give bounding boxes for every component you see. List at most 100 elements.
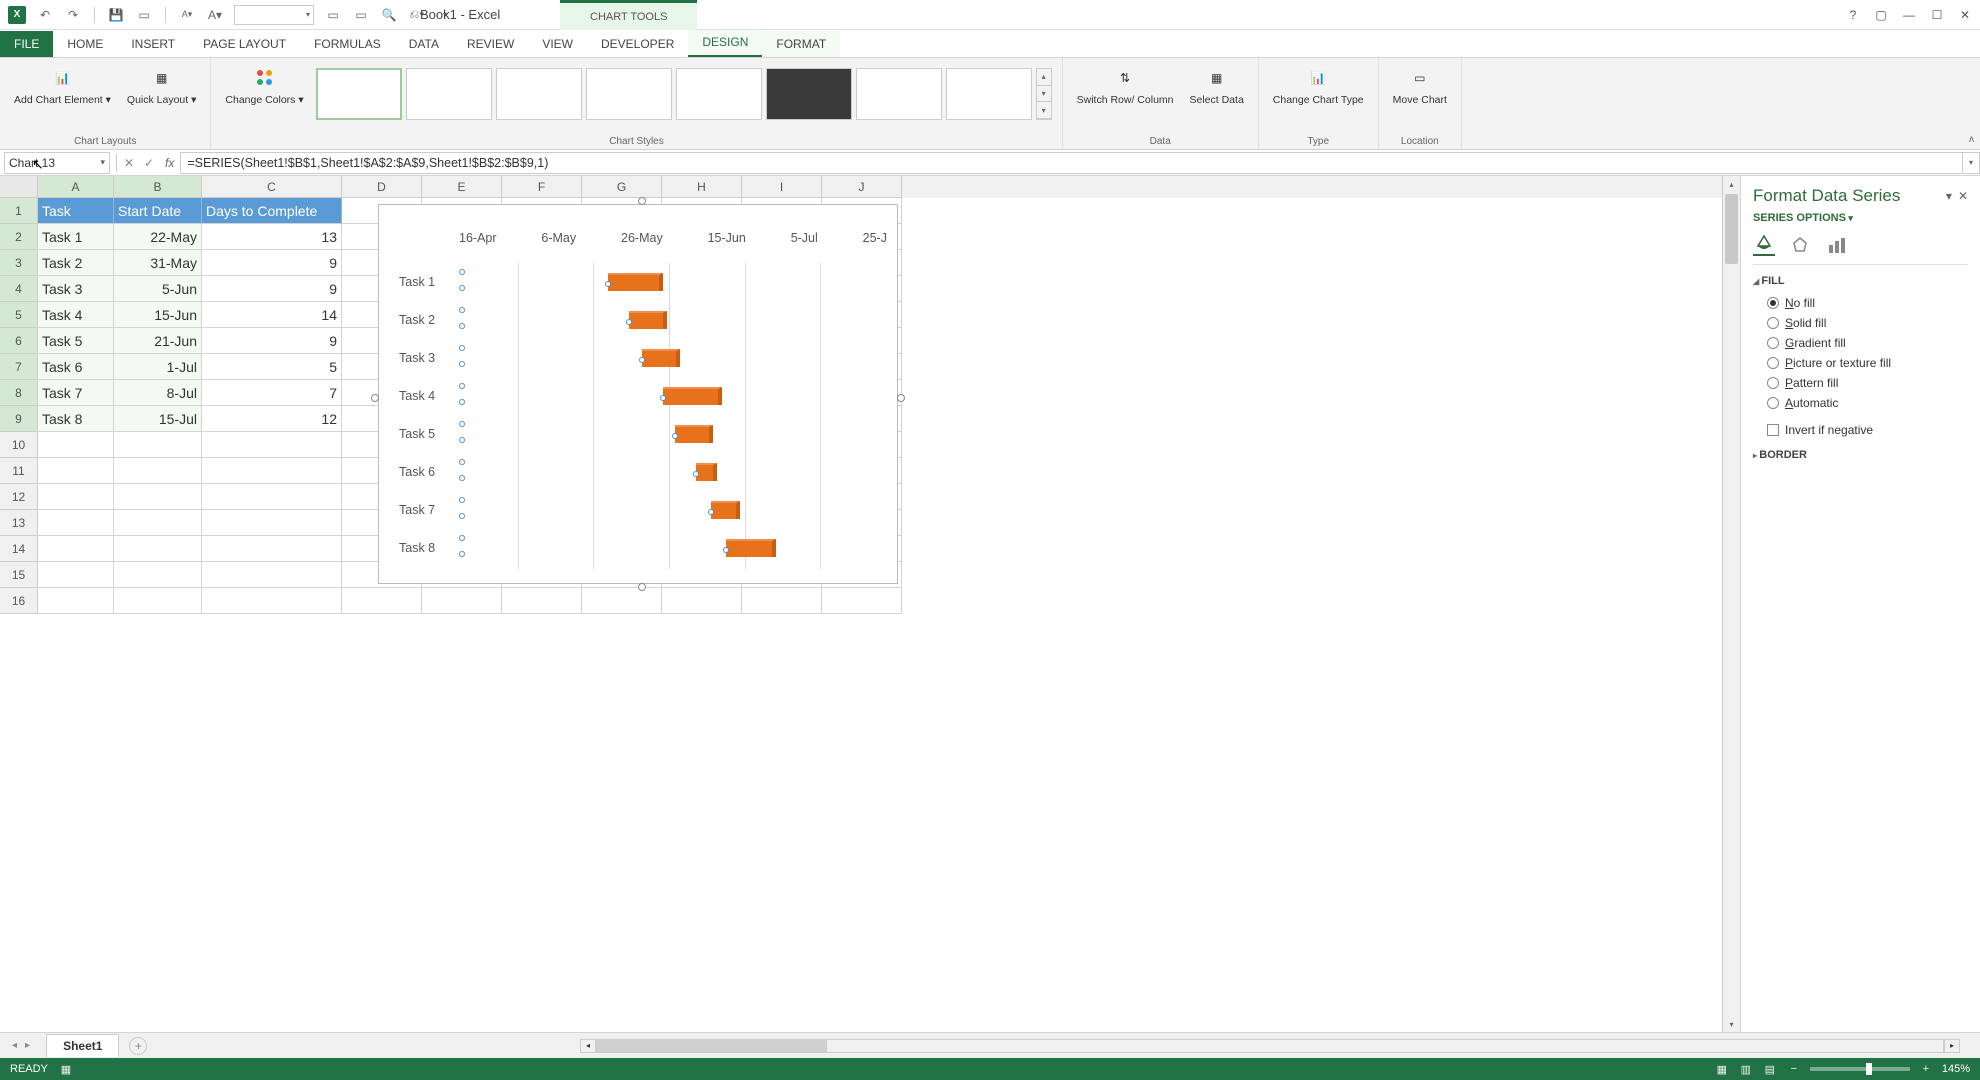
undo-button[interactable]: ↶ [36, 6, 54, 24]
add-chart-element-button[interactable]: 📊 Add Chart Element ▾ [10, 62, 115, 108]
chart-style-8[interactable] [946, 68, 1032, 120]
name-box[interactable]: Chart 13 [4, 152, 110, 174]
qat-button[interactable]: ▭ [135, 6, 153, 24]
font-decrease-button[interactable]: A▾ [178, 6, 196, 24]
tab-formulas[interactable]: FORMULAS [300, 31, 395, 57]
cell-B6[interactable]: 21-Jun [114, 328, 202, 354]
help-button[interactable]: ? [1846, 8, 1860, 22]
cell-C3[interactable]: 9 [202, 250, 342, 276]
cell-D16[interactable] [342, 588, 422, 614]
qat-btn-c[interactable]: 🔍 [380, 6, 398, 24]
cell-C16[interactable] [202, 588, 342, 614]
cell-A13[interactable] [38, 510, 114, 536]
fill-line-icon[interactable] [1753, 234, 1775, 256]
cell-A8[interactable]: Task 7 [38, 380, 114, 406]
column-header-C[interactable]: C [202, 176, 342, 198]
cell-C12[interactable] [202, 484, 342, 510]
row-header-1[interactable]: 1 [0, 198, 38, 224]
cell-B8[interactable]: 8-Jul [114, 380, 202, 406]
row-header-15[interactable]: 15 [0, 562, 38, 588]
cell-B12[interactable] [114, 484, 202, 510]
sheet-tab-sheet1[interactable]: Sheet1 [46, 1034, 119, 1057]
column-header-I[interactable]: I [742, 176, 822, 198]
invert-if-negative-checkbox[interactable]: Invert if negative [1753, 419, 1968, 441]
border-section-header[interactable]: BORDER [1753, 449, 1968, 461]
row-header-3[interactable]: 3 [0, 250, 38, 276]
row-header-13[interactable]: 13 [0, 510, 38, 536]
macro-record-icon[interactable]: ▦ [58, 1061, 74, 1077]
cell-B9[interactable]: 15-Jul [114, 406, 202, 432]
font-selector[interactable] [234, 5, 314, 25]
column-header-A[interactable]: A [38, 176, 114, 198]
cell-C2[interactable]: 13 [202, 224, 342, 250]
column-header-H[interactable]: H [662, 176, 742, 198]
zoom-out-button[interactable]: − [1786, 1061, 1802, 1077]
row-header-14[interactable]: 14 [0, 536, 38, 562]
move-chart-button[interactable]: ▭ Move Chart [1389, 62, 1451, 108]
ribbon-collapse-button[interactable]: ʌ [1969, 134, 1974, 145]
normal-view-icon[interactable]: ▦ [1714, 1061, 1730, 1077]
qat-btn-b[interactable]: ▭ [352, 6, 370, 24]
minimize-button[interactable]: — [1902, 8, 1916, 22]
cell-B13[interactable] [114, 510, 202, 536]
page-break-view-icon[interactable]: ▤ [1762, 1061, 1778, 1077]
series-options-icon[interactable] [1825, 234, 1847, 256]
zoom-in-button[interactable]: + [1918, 1061, 1934, 1077]
cell-C1[interactable]: Days to Complete [202, 198, 342, 224]
row-header-5[interactable]: 5 [0, 302, 38, 328]
chart-style-6[interactable] [766, 68, 852, 120]
chart-object[interactable]: 16-Apr6-May26-May15-Jun5-Jul25-J Task 1T… [378, 204, 898, 584]
spreadsheet-grid[interactable]: ABCDEFGHIJ 1TaskStart DateDays to Comple… [0, 176, 1722, 1032]
chart-bar-duration[interactable] [675, 425, 713, 443]
fill-option-no-fill[interactable]: No fill [1767, 293, 1968, 313]
cell-F16[interactable] [502, 588, 582, 614]
change-colors-button[interactable]: Change Colors ▾ [221, 62, 307, 108]
column-header-G[interactable]: G [582, 176, 662, 198]
row-header-6[interactable]: 6 [0, 328, 38, 354]
tab-insert[interactable]: INSERT [117, 31, 189, 57]
tab-design[interactable]: DESIGN [688, 29, 762, 57]
chart-bar-duration[interactable] [629, 311, 667, 329]
horizontal-scrollbar[interactable]: ◂▸ [580, 1038, 1960, 1054]
cell-A4[interactable]: Task 3 [38, 276, 114, 302]
sheet-nav-prev[interactable]: ◂ [8, 1040, 21, 1051]
switch-row-column-button[interactable]: ⇅ Switch Row/ Column [1073, 62, 1178, 108]
tab-home[interactable]: HOME [53, 31, 117, 57]
tab-view[interactable]: VIEW [528, 31, 587, 57]
zoom-slider[interactable] [1810, 1067, 1910, 1071]
cell-A1[interactable]: Task [38, 198, 114, 224]
chart-styles-scroll[interactable]: ▴▾▾ [1036, 68, 1052, 120]
cell-C14[interactable] [202, 536, 342, 562]
cell-B1[interactable]: Start Date [114, 198, 202, 224]
fx-icon[interactable]: fx [159, 156, 180, 170]
sheet-nav-next[interactable]: ▸ [21, 1040, 34, 1051]
cell-B11[interactable] [114, 458, 202, 484]
redo-button[interactable]: ↷ [64, 6, 82, 24]
formula-expand-button[interactable]: ▾ [1962, 152, 1980, 174]
formula-input[interactable]: =SERIES(Sheet1!$B$1,Sheet1!$A$2:$A$9,She… [180, 152, 1962, 174]
cell-A7[interactable]: Task 6 [38, 354, 114, 380]
cell-C13[interactable] [202, 510, 342, 536]
cell-A14[interactable] [38, 536, 114, 562]
cell-H16[interactable] [662, 588, 742, 614]
fill-option-solid-fill[interactable]: Solid fill [1767, 313, 1968, 333]
cell-A16[interactable] [38, 588, 114, 614]
row-header-12[interactable]: 12 [0, 484, 38, 510]
font-increase-button[interactable]: A▾ [206, 6, 224, 24]
cell-B10[interactable] [114, 432, 202, 458]
cell-C5[interactable]: 14 [202, 302, 342, 328]
tab-review[interactable]: REVIEW [453, 31, 528, 57]
cell-G16[interactable] [582, 588, 662, 614]
tab-page-layout[interactable]: PAGE LAYOUT [189, 31, 300, 57]
maximize-button[interactable]: ☐ [1930, 8, 1944, 22]
select-all-corner[interactable] [0, 176, 38, 198]
cell-B7[interactable]: 1-Jul [114, 354, 202, 380]
cell-A9[interactable]: Task 8 [38, 406, 114, 432]
series-options-dropdown[interactable]: SERIES OPTIONS [1753, 212, 1968, 224]
column-header-E[interactable]: E [422, 176, 502, 198]
formula-cancel-button[interactable]: ✕ [119, 153, 139, 173]
chart-style-1[interactable] [316, 68, 402, 120]
cell-A6[interactable]: Task 5 [38, 328, 114, 354]
tab-data[interactable]: DATA [395, 31, 453, 57]
cell-C9[interactable]: 12 [202, 406, 342, 432]
